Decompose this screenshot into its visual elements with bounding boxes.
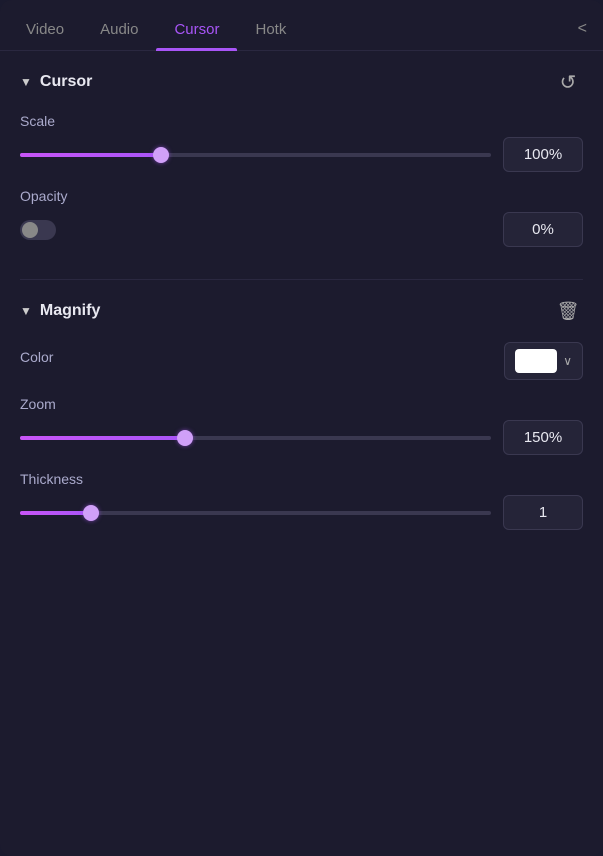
color-control: Color ∨ xyxy=(20,342,583,380)
settings-content: ▼ Cursor ↺ Scale 100% xyxy=(0,51,603,856)
thickness-slider[interactable] xyxy=(20,503,491,523)
zoom-control-row: 150% xyxy=(20,420,583,455)
scale-slider[interactable] xyxy=(20,145,491,165)
cursor-reset-button[interactable]: ↺ xyxy=(553,67,583,97)
color-picker-button[interactable]: ∨ xyxy=(504,342,583,380)
tab-bar: Video Audio Cursor Hotk < xyxy=(0,0,603,51)
opacity-toggle-container xyxy=(20,220,56,240)
zoom-control: Zoom 150% xyxy=(20,396,583,455)
thickness-control: Thickness 1 xyxy=(20,471,583,530)
zoom-slider-fill xyxy=(20,436,185,440)
zoom-slider-thumb[interactable] xyxy=(177,430,193,446)
thickness-control-row: 1 xyxy=(20,495,583,530)
thickness-slider-fill xyxy=(20,511,91,515)
tab-video[interactable]: Video xyxy=(8,9,82,50)
tab-audio[interactable]: Audio xyxy=(82,9,156,50)
thickness-slider-thumb[interactable] xyxy=(83,505,99,521)
trash-icon: 🗑 xyxy=(557,301,580,322)
scale-slider-fill xyxy=(20,153,161,157)
scale-label: Scale xyxy=(20,113,583,129)
color-label: Color xyxy=(20,349,53,365)
magnify-section-toggle[interactable]: ▼ Magnify xyxy=(20,302,100,320)
opacity-label: Opacity xyxy=(20,188,583,204)
cursor-section: ▼ Cursor ↺ Scale 100% xyxy=(0,51,603,279)
scale-slider-thumb[interactable] xyxy=(153,147,169,163)
zoom-label: Zoom xyxy=(20,396,583,412)
zoom-slider[interactable] xyxy=(20,428,491,448)
magnify-section-title: Magnify xyxy=(40,302,100,320)
zoom-value-box[interactable]: 150% xyxy=(503,420,583,455)
cursor-chevron-icon: ▼ xyxy=(20,75,32,89)
cursor-section-header: ▼ Cursor ↺ xyxy=(20,67,583,97)
tab-cursor[interactable]: Cursor xyxy=(156,9,237,50)
scale-control-row: 100% xyxy=(20,137,583,172)
color-control-row: Color ∨ xyxy=(20,342,583,380)
tab-scroll-right[interactable]: < xyxy=(570,8,595,50)
cursor-section-toggle[interactable]: ▼ Cursor xyxy=(20,73,92,91)
magnify-section: ▼ Magnify 🗑 Color ∨ Zoom xyxy=(0,280,603,562)
reset-icon: ↺ xyxy=(560,70,577,95)
color-chevron-icon: ∨ xyxy=(563,354,572,368)
magnify-delete-button[interactable]: 🗑 xyxy=(553,296,583,326)
opacity-toggle[interactable] xyxy=(20,220,56,240)
magnify-chevron-icon: ▼ xyxy=(20,304,32,318)
thickness-value-box[interactable]: 1 xyxy=(503,495,583,530)
app-window: Video Audio Cursor Hotk < ▼ Cursor ↺ Sca… xyxy=(0,0,603,856)
tab-hotkeys[interactable]: Hotk xyxy=(237,9,304,50)
magnify-section-header: ▼ Magnify 🗑 xyxy=(20,296,583,326)
thickness-label: Thickness xyxy=(20,471,583,487)
color-swatch xyxy=(515,349,557,373)
opacity-control-row: 0% xyxy=(20,212,583,247)
scale-value-box[interactable]: 100% xyxy=(503,137,583,172)
opacity-value-box[interactable]: 0% xyxy=(503,212,583,247)
cursor-section-title: Cursor xyxy=(40,73,92,91)
opacity-control: Opacity 0% xyxy=(20,188,583,247)
opacity-toggle-knob xyxy=(22,222,38,238)
scale-control: Scale 100% xyxy=(20,113,583,172)
